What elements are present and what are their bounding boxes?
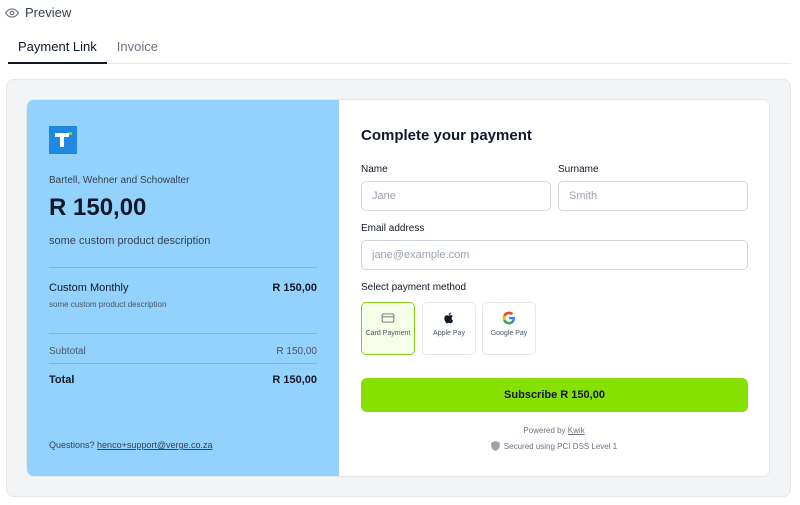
apple-icon [444, 312, 454, 324]
payment-method-label: Select payment method [361, 282, 467, 293]
tab-payment-link[interactable]: Payment Link [8, 33, 107, 64]
merchant-logo [49, 126, 77, 154]
line-item-name: Custom Monthly [49, 282, 129, 294]
payment-method-apple-pay-label: Apple Pay [433, 330, 465, 337]
checkout-card: Bartell, Wehner and Schowalter R 150,00 … [26, 99, 770, 477]
product-description: some custom product description [49, 235, 211, 247]
email-input[interactable] [361, 240, 748, 270]
tab-invoice[interactable]: Invoice [107, 33, 168, 64]
support-contact: Questions? henco+support@verge.co.za [49, 440, 213, 450]
google-icon [502, 311, 516, 325]
security-text: Secured using PCI DSS Level 1 [503, 441, 618, 451]
total-amount-large: R 150,00 [49, 194, 147, 221]
subscribe-button[interactable]: Subscribe R 150,00 [361, 378, 748, 412]
line-item-price: R 150,00 [272, 282, 317, 294]
payment-method-google-pay[interactable]: Google Pay [482, 302, 536, 355]
preview-header: Preview [5, 5, 71, 20]
questions-label: Questions? [49, 440, 95, 450]
divider [49, 333, 317, 334]
email-label: Email address [361, 223, 425, 234]
eye-icon [5, 7, 19, 18]
powered-by: Powered by Kwik [339, 426, 769, 435]
payment-method-google-pay-label: Google Pay [490, 330, 528, 337]
preview-title: Preview [25, 5, 72, 20]
payment-method-card[interactable]: Card Payment [361, 302, 415, 355]
name-input[interactable] [361, 181, 551, 211]
divider [49, 267, 317, 268]
powered-by-label: Powered by [523, 426, 566, 435]
divider [49, 363, 317, 364]
name-label: Name [361, 164, 388, 175]
credit-card-icon [381, 313, 395, 323]
payment-method-card-label: Card Payment [365, 330, 411, 337]
merchant-name: Bartell, Wehner and Schowalter [49, 175, 190, 186]
form-title: Complete your payment [361, 127, 532, 144]
shield-icon [491, 441, 500, 451]
total-label: Total [49, 374, 75, 386]
kwik-link[interactable]: Kwik [568, 426, 585, 435]
tab-bar: Payment Link Invoice [8, 33, 791, 64]
payment-method-apple-pay[interactable]: Apple Pay [422, 302, 476, 355]
payment-form-panel: Complete your payment Name Surname Email… [339, 100, 769, 476]
surname-input[interactable] [558, 181, 748, 211]
security-note: Secured using PCI DSS Level 1 [339, 441, 769, 451]
total-value: R 150,00 [272, 374, 317, 386]
surname-label: Surname [558, 164, 599, 175]
support-email-link[interactable]: henco+support@verge.co.za [97, 440, 212, 450]
subtotal-value: R 150,00 [276, 346, 317, 357]
order-summary-panel: Bartell, Wehner and Schowalter R 150,00 … [27, 100, 339, 476]
line-item-description: some custom product description [49, 300, 167, 309]
subtotal-label: Subtotal [49, 346, 86, 357]
